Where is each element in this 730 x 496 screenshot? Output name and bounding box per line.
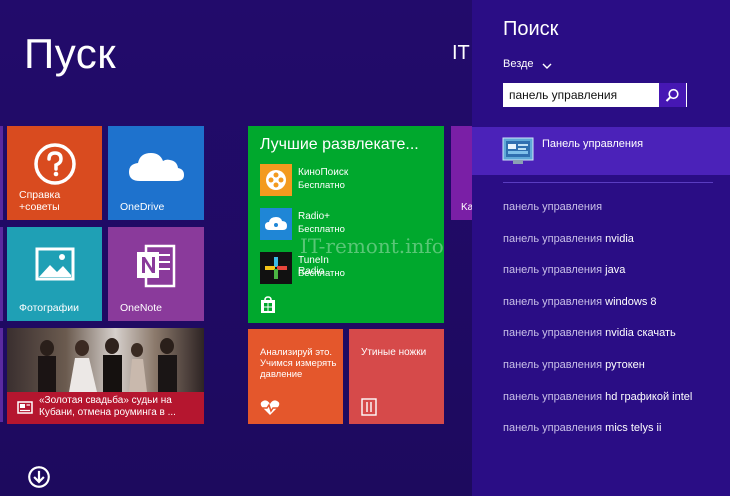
suggestion-prefix: панель управления [503,264,603,276]
suggestion-rest: java [602,264,626,276]
search-icon [665,88,679,102]
search-suggestion[interactable]: панель управления nvidia [503,233,634,245]
news-tile[interactable]: «Золотая свадьба» судьи на Кубани, отмен… [7,328,204,424]
app-price: Бесплатно [298,180,345,191]
start-title: Пуск [24,30,117,77]
user-name-cut[interactable]: IT [452,42,470,65]
divider [503,182,713,183]
partial-tile[interactable] [0,126,3,220]
suggestion-prefix: панель управления [503,422,603,434]
search-suggestion[interactable]: панель управления nvidia скачать [503,327,676,339]
news-icon [17,401,33,414]
help-tile-label: Справка +советы [19,189,61,213]
onedrive-tile[interactable]: OneDrive [108,126,204,220]
partial-tile[interactable] [0,227,3,321]
kinopoisk-icon [260,164,292,196]
search-suggestion[interactable]: панель управления рутокен [503,359,645,371]
suggestion-rest: mics telys ii [602,422,662,434]
partial-tile[interactable]: Ka [451,126,472,220]
chevron-down-icon[interactable] [542,62,552,70]
control-panel-icon [502,137,534,164]
partial-tile[interactable] [0,328,3,422]
radio-icon [260,208,292,240]
search-button[interactable] [659,83,686,107]
food-tile[interactable]: Утиные ножки [349,329,444,424]
all-apps-down-arrow-icon[interactable] [28,466,50,488]
health-tile-text: Анализируй это. Учимся измерять давление [260,347,337,380]
suggestion-prefix: панель управления [503,296,603,308]
news-caption: «Золотая свадьба» судьи на Кубани, отмен… [7,392,204,424]
search-suggestion[interactable]: панель управления mics telys ii [503,422,661,434]
entertainment-tile[interactable]: Лучшие развлекате... КиноПоиск Бесплатно… [248,126,444,323]
search-suggestion[interactable]: панель управления windows 8 [503,296,657,308]
tunein-icon [260,252,292,284]
store-icon [261,296,275,313]
cutlery-icon [361,398,377,416]
suggestion-prefix: панель управления [503,359,603,371]
suggestion-rest: рутокен [602,359,645,371]
onenote-tile[interactable]: OneNote [108,227,204,321]
search-result-top[interactable]: Панель управления [472,127,730,175]
search-suggestion[interactable]: панель управления java [503,264,625,276]
onenote-icon [137,244,176,288]
watermark: IT-remont.info [300,234,444,258]
search-suggestion[interactable]: панель управления [503,201,602,213]
suggestion-rest: windows 8 [602,296,657,308]
suggestion-rest: nvidia [602,233,634,245]
cloud-icon [129,153,184,181]
search-suggestion[interactable]: панель управления hd графикой intel [503,391,692,403]
suggestion-prefix: панель управления [503,327,603,339]
photos-tile-label: Фотографии [19,302,80,314]
partial-tile-label: Ka [461,202,472,213]
search-title: Поиск [503,18,559,40]
app-price: Бесплатно [298,268,345,279]
help-icon [34,143,76,185]
entertainment-title: Лучшие развлекате... [260,136,419,153]
food-tile-text: Утиные ножки [361,347,427,358]
news-headline: «Золотая свадьба» судьи на Кубани, отмен… [39,395,176,418]
search-input[interactable] [509,88,659,102]
onenote-tile-label: OneNote [120,302,163,314]
search-scope-dropdown[interactable]: Везде [503,58,534,70]
search-panel: Поиск Везде Панель управления панель упр… [472,0,730,496]
suggestion-prefix: панель управления [503,201,603,213]
photos-tile[interactable]: Фотографии [7,227,102,321]
app-name: Radio+ [298,211,330,222]
search-result-label: Панель управления [542,138,644,150]
suggestion-prefix: панель управления [503,233,603,245]
news-people-image [38,338,177,392]
suggestion-rest: nvidia скачать [602,327,676,339]
help-tile[interactable]: Справка +советы [7,126,102,220]
photos-icon [35,247,75,281]
suggestion-rest: hd графикой intel [602,391,693,403]
onedrive-tile-label: OneDrive [120,201,165,213]
news-photo [7,328,204,392]
suggestion-prefix: панель управления [503,391,603,403]
health-tile[interactable]: Анализируй это. Учимся измерять давление [248,329,343,424]
heart-pulse-icon [260,400,280,415]
app-name: КиноПоиск [298,167,349,178]
